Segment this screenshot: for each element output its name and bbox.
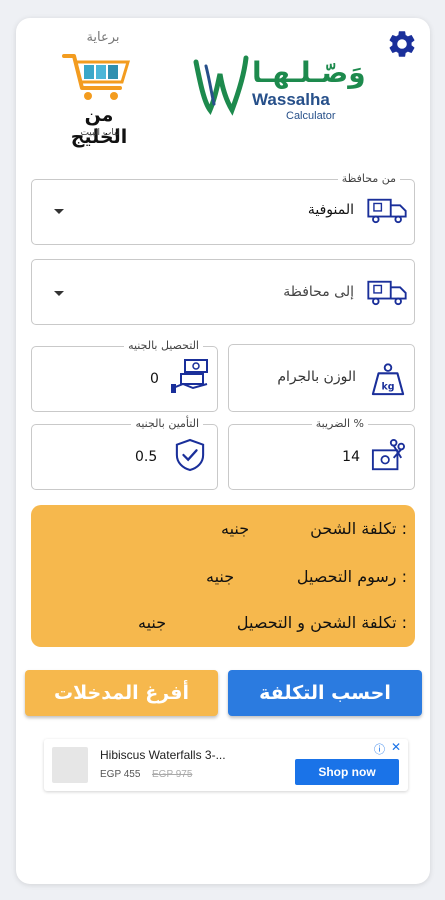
sponsor-name: من الخليج bbox=[70, 104, 128, 148]
ad-close-icon[interactable]: ✕ bbox=[391, 740, 401, 754]
sponsor-label: برعاية bbox=[86, 30, 120, 45]
to-governorate-select[interactable]: إلى محافظة bbox=[31, 259, 415, 325]
shipping-cost-label: تكلفة الشحن : bbox=[310, 519, 407, 538]
wassalha-w-logo-icon bbox=[193, 55, 249, 116]
collection-legend: التحصيل بالجنيه bbox=[124, 338, 203, 354]
sponsor-tagline: لباب البيت bbox=[80, 128, 120, 138]
total-cost-label: تكلفة الشحن و التحصيل : bbox=[236, 613, 407, 632]
shop-now-button[interactable]: Shop now bbox=[295, 759, 399, 785]
to-dropdown-arrow-icon[interactable] bbox=[54, 291, 64, 296]
clear-inputs-button[interactable]: أفرغ المدخلات bbox=[25, 670, 218, 716]
from-governorate-legend: من محافظة bbox=[337, 171, 400, 187]
ad-price: EGP 455 bbox=[100, 769, 141, 780]
from-governorate-value: المنوفية bbox=[307, 202, 354, 218]
to-governorate-placeholder: إلى محافظة bbox=[283, 284, 354, 300]
results-panel: تكلفة الشحن : جنيه رسوم التحصيل : جنيه ت… bbox=[31, 505, 415, 647]
collection-value: 0 bbox=[150, 371, 159, 387]
calculate-cost-button[interactable]: احسب التكلفة bbox=[228, 670, 422, 716]
from-governorate-select[interactable]: من محافظة المنوفية bbox=[31, 171, 415, 245]
logo-arabic-text: وَصّـلـهـا bbox=[252, 56, 366, 89]
tax-value: 14 bbox=[342, 449, 360, 465]
total-cost-unit: جنيه bbox=[138, 613, 167, 632]
ad-old-price: EGP 975 bbox=[152, 769, 193, 780]
insurance-value: 0.5 bbox=[135, 449, 158, 465]
tax-cut-icon bbox=[371, 439, 405, 471]
collection-amount-input[interactable]: التحصيل بالجنيه 0 bbox=[31, 338, 218, 412]
truck-icon bbox=[367, 280, 407, 306]
ad-product-image bbox=[52, 747, 88, 783]
svg-text:kg: kg bbox=[381, 381, 394, 392]
collection-fee-unit: جنيه bbox=[206, 567, 235, 586]
shipping-cost-unit: جنيه bbox=[221, 519, 250, 538]
collection-fee-label: رسوم التحصيل : bbox=[296, 567, 407, 586]
weight-input[interactable]: kg الوزن بالجرام bbox=[228, 344, 415, 412]
weight-kg-icon: kg bbox=[371, 363, 405, 396]
from-dropdown-arrow-icon[interactable] bbox=[54, 209, 64, 214]
settings-gear-icon[interactable] bbox=[386, 28, 418, 60]
ad-title: Hibiscus Waterfalls 3-... bbox=[100, 748, 226, 762]
money-hand-icon bbox=[171, 359, 208, 393]
tax-legend: الضريبة % bbox=[311, 416, 368, 432]
truck-icon bbox=[367, 198, 407, 224]
insurance-amount-input[interactable]: التأمين بالجنيه 0.5 bbox=[31, 416, 218, 490]
tax-percent-input[interactable]: الضريبة % 14 bbox=[228, 416, 415, 490]
logo-english-text: Wassalha bbox=[252, 90, 330, 109]
logo-subtitle: Calculator bbox=[286, 110, 336, 122]
shopping-cart-icon bbox=[62, 54, 131, 100]
weight-placeholder: الوزن بالجرام bbox=[277, 369, 356, 385]
ad-banner[interactable]: Hibiscus Waterfalls 3-... EGP 455 EGP 97… bbox=[44, 739, 408, 791]
insurance-legend: التأمين بالجنيه bbox=[131, 416, 203, 432]
shield-check-icon bbox=[175, 438, 205, 472]
ad-info-icon[interactable]: ⓘ bbox=[374, 741, 385, 757]
